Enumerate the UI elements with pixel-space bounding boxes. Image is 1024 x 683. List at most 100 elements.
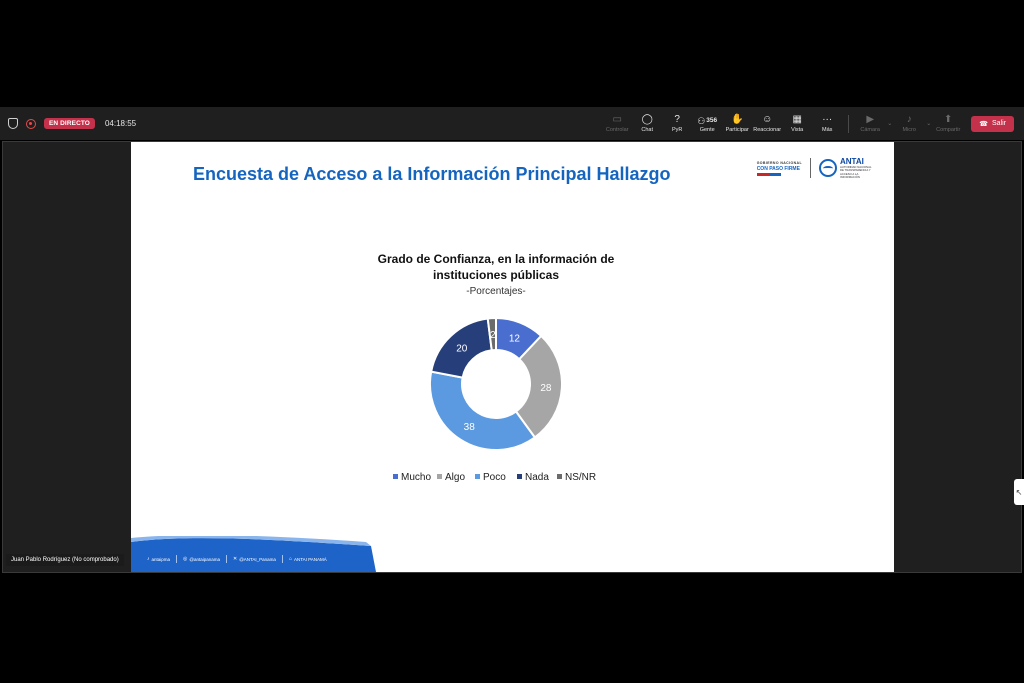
logo-divider: [810, 158, 811, 179]
slide-title: Encuesta de Acceso a la Información Prin…: [193, 164, 671, 184]
donut-chart: Grado de Confianza, en la información de…: [326, 224, 666, 524]
footer-social-item-1[interactable]: ♪ antaipma: [147, 556, 170, 562]
react-button[interactable]: ☺ Reaccionar: [752, 114, 782, 133]
share-button[interactable]: ⬆ Compartir: [933, 114, 963, 133]
legend-swatch: [517, 474, 522, 479]
shared-content-stage: Encuesta de Acceso a la Información Prin…: [2, 141, 1022, 573]
footer-divider: [176, 555, 178, 563]
control-button[interactable]: ▭ Controlar: [602, 114, 632, 133]
chart-title-line-2: instituciones públicas: [433, 268, 559, 282]
slide-logos: GOBIERNO NACIONAL CON PASO FIRME ANTAI A…: [756, 157, 876, 180]
legend-swatch: [393, 474, 398, 479]
antai-subtitle: AUTORIDAD NACIONAL DE TRANSPARENCIA Y AC…: [840, 165, 872, 180]
footer-handle-1: antaipma: [151, 556, 171, 562]
gov-logo-stripe: [756, 172, 781, 176]
qa-label: PyR: [671, 127, 683, 133]
side-panel-handle[interactable]: ↖: [1014, 479, 1024, 505]
legend-label: Mucho: [401, 472, 431, 483]
chart-title-line-1: Grado de Confianza, en la información de: [378, 252, 615, 266]
gov-logo-tagline: CON PASO FIRME: [756, 165, 800, 172]
web-icon: ⌂: [288, 556, 292, 562]
chat-label: Chat: [641, 127, 653, 133]
donut-data-label: 20: [456, 344, 468, 355]
camera-button[interactable]: ▶ Cámara: [855, 114, 885, 133]
chart-subtitle: -Porcentajes-: [466, 286, 525, 297]
antai-mark-icon: [819, 159, 837, 178]
chat-button[interactable]: ◯ Chat: [632, 114, 662, 133]
recording-icon: [26, 118, 36, 129]
footer-social-item-2[interactable]: ◎ @antaipanama: [183, 556, 220, 562]
qa-icon: ?: [674, 114, 680, 125]
donut-data-label: 12: [509, 334, 521, 345]
mic-button[interactable]: ♪ Micro: [894, 114, 924, 133]
camera-off-icon: ▶: [866, 114, 875, 125]
legend-swatch: [557, 474, 562, 479]
footer-handle-2: @antaipanama: [189, 556, 220, 562]
screen-control-icon: ▭: [612, 114, 622, 125]
more-button[interactable]: ··· Más: [812, 114, 842, 133]
antai-logo-text: ANTAI AUTORIDAD NACIONAL DE TRANSPARENCI…: [840, 157, 876, 180]
people-icon: ⚇: [697, 115, 706, 126]
control-label: Controlar: [605, 127, 629, 133]
x-logo-icon: ✕: [232, 556, 238, 562]
camera-options-chevron-icon[interactable]: ⌄: [887, 120, 892, 127]
camera-label: Cámara: [860, 127, 880, 133]
mic-options-chevron-icon[interactable]: ⌄: [926, 120, 931, 127]
footer-handle-4: ANTAI PANAMÁ: [293, 556, 327, 562]
donut-data-label: 2: [490, 330, 496, 341]
legend-label: Nada: [525, 472, 549, 483]
footer-divider: [225, 555, 227, 563]
share-label: Compartir: [936, 127, 961, 133]
leave-label: Salir: [991, 120, 1006, 127]
tiktok-icon: ♪: [147, 556, 150, 562]
live-badge: EN DIRECTO: [44, 118, 95, 129]
view-button[interactable]: ▦ Vista: [782, 114, 812, 133]
donut-chart-svg: Grado de Confianza, en la información de…: [378, 252, 615, 483]
leave-button[interactable]: ☎ Salir: [971, 115, 1014, 132]
legend-label: Poco: [483, 472, 506, 483]
participate-label: Participar: [725, 127, 749, 133]
react-label: Reaccionar: [753, 127, 782, 133]
participant-name-tag: Juan Pablo Rodríguez (No comprobado): [6, 554, 124, 566]
people-label: Gente: [699, 127, 715, 133]
meeting-window: EN DIRECTO 04:18:55 ▭ Controlar ◯ Chat ?…: [0, 0, 1024, 683]
donut-data-label: 28: [540, 383, 552, 394]
people-count: 356: [706, 116, 718, 124]
more-dots-icon: ···: [822, 114, 833, 125]
qa-button[interactable]: ? PyR: [662, 114, 692, 133]
hand-icon: ✋: [730, 114, 744, 125]
raise-hand-button[interactable]: ✋ Participar: [722, 114, 752, 133]
footer-social-links: ♪ antaipma ◎ @antaipanama ✕ @ANTAI_Panam…: [147, 555, 327, 563]
government-logo: GOBIERNO NACIONAL CON PASO FIRME: [756, 160, 802, 176]
grid-icon: ▦: [792, 114, 802, 125]
people-icon-wrap: ⚇ 356: [697, 114, 717, 127]
chat-icon: ◯: [641, 114, 653, 125]
legend-label: Algo: [445, 472, 465, 483]
meeting-toolbar: EN DIRECTO 04:18:55 ▭ Controlar ◯ Chat ?…: [0, 107, 1024, 140]
legend-swatch: [475, 474, 480, 479]
resize-handle-icon: ↖: [1015, 487, 1023, 497]
phone-hangup-icon: ☎: [979, 120, 988, 128]
toolbar-divider: [848, 114, 850, 133]
antai-logo: ANTAI AUTORIDAD NACIONAL DE TRANSPARENCI…: [819, 157, 876, 180]
footer-handle-3: @ANTAI_Panama: [239, 556, 276, 562]
shield-icon[interactable]: [8, 118, 18, 129]
people-button[interactable]: ⚇ 356 Gente: [692, 114, 722, 134]
presentation-slide: Encuesta de Acceso a la Información Prin…: [131, 142, 894, 572]
slide-footer-band: ♪ antaipma ◎ @antaipanama ✕ @ANTAI_Panam…: [131, 536, 376, 572]
share-icon: ⬆: [944, 114, 953, 125]
donut-data-label: 38: [464, 422, 476, 433]
legend-swatch: [437, 474, 442, 479]
chart-legend: Mucho Algo Poco Nada NS/NR: [393, 472, 596, 483]
mic-label: Micro: [902, 127, 916, 133]
gov-logo-text: GOBIERNO NACIONAL: [756, 160, 802, 165]
legend-label: NS/NR: [565, 472, 596, 483]
mic-off-icon: ♪: [906, 114, 912, 125]
meeting-timer: 04:18:55: [104, 119, 137, 128]
instagram-icon: ◎: [183, 556, 188, 562]
toolbar-right: ▭ Controlar ◯ Chat ? PyR ⚇ 356 Gente ✋ P…: [602, 107, 1014, 140]
footer-social-item-4[interactable]: ⌂ ANTAI PANAMÁ: [289, 556, 327, 562]
footer-social-item-3[interactable]: ✕ @ANTAI_Panama: [233, 556, 276, 562]
footer-shape: [131, 536, 376, 572]
footer-divider: [281, 555, 283, 563]
